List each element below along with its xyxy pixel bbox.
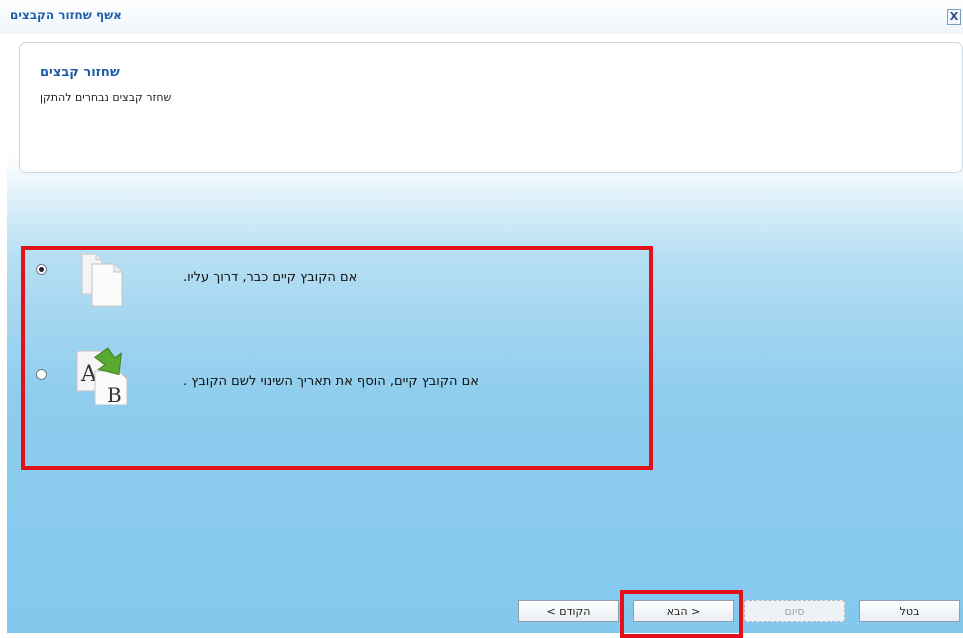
file-rename-icon: A B <box>76 347 128 405</box>
back-button[interactable]: הקודם > <box>518 600 619 622</box>
rename-option-label[interactable]: אם הקובץ קיים, הוסף את תאריך השינוי לשם … <box>183 374 479 389</box>
file-overwrite-icon <box>81 253 123 307</box>
page-title: שחזור קבצים <box>40 65 120 80</box>
header-panel: שחזור קבצים שחזר קבצים נבחרים להתקן <box>19 42 963 173</box>
overwrite-option-label[interactable]: אם הקובץ קיים כבר, דרוך עליו. <box>183 270 357 285</box>
title-bar: אשף שחזור הקבצים X <box>0 0 963 34</box>
page-subtitle: שחזר קבצים נבחרים להתקן <box>40 91 172 104</box>
close-button[interactable]: X <box>947 9 961 25</box>
rename-radio[interactable] <box>36 369 47 380</box>
next-highlight-box <box>620 590 743 638</box>
cancel-button[interactable]: בטל <box>859 600 960 622</box>
svg-text:B: B <box>107 383 122 405</box>
finish-button[interactable]: סיום <box>744 600 845 622</box>
window-title: אשף שחזור הקבצים <box>10 8 122 22</box>
overwrite-radio[interactable] <box>36 264 47 275</box>
wizard-body: שחזור קבצים שחזר קבצים נבחרים להתקן אם ה… <box>7 34 963 638</box>
